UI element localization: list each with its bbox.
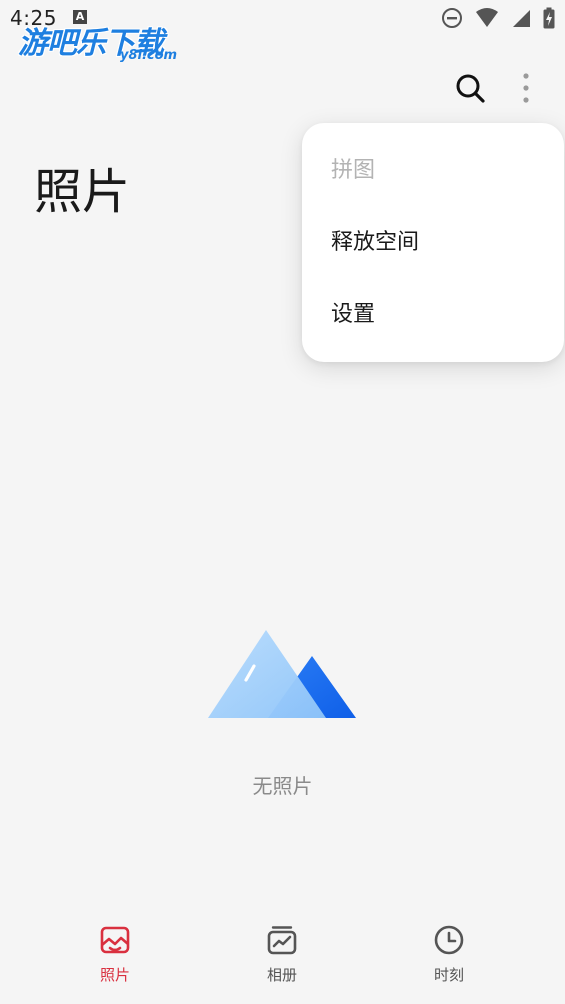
nav-item-albums[interactable]: 相册 [227,924,337,994]
overflow-menu: 拼图 释放空间 设置 [302,123,564,362]
watermark-logo: 游吧乐下载 y8l.com [18,18,188,66]
search-icon [456,74,485,103]
nav-label-moments: 时刻 [433,966,464,984]
bottom-navigation: 照片 相册 时刻 [0,910,565,1004]
wifi-icon [476,8,498,27]
status-icons [441,6,555,30]
watermark-en-text: y8l.com [120,48,178,63]
menu-item-settings[interactable]: 设置 [331,300,375,330]
signal-icon [513,10,530,27]
nav-label-photos: 照片 [99,966,130,984]
battery-charging-icon [543,7,555,29]
albums-icon [267,926,297,955]
menu-item-free-up-space[interactable]: 释放空间 [331,228,419,258]
clock-icon [434,925,464,955]
empty-state-text: 无照片 [252,774,313,798]
photos-icon [100,926,130,954]
nav-item-moments[interactable]: 时刻 [394,924,504,994]
gallery-screen: 4:25 A 游吧乐下载 y8l.com 照片 无照片 照片 相册 时刻 拼图 … [0,0,565,1004]
empty-state-illustration [208,628,358,720]
menu-item-collage: 拼图 [331,158,376,183]
page-title: 照片 [34,164,131,220]
more-vert-icon [523,73,529,103]
more-options-button[interactable] [512,70,540,106]
nav-label-albums: 相册 [266,966,297,984]
mountain-icon [208,630,356,718]
search-button[interactable] [452,70,488,106]
nav-item-photos[interactable]: 照片 [60,924,170,994]
do-not-disturb-icon [442,8,462,28]
